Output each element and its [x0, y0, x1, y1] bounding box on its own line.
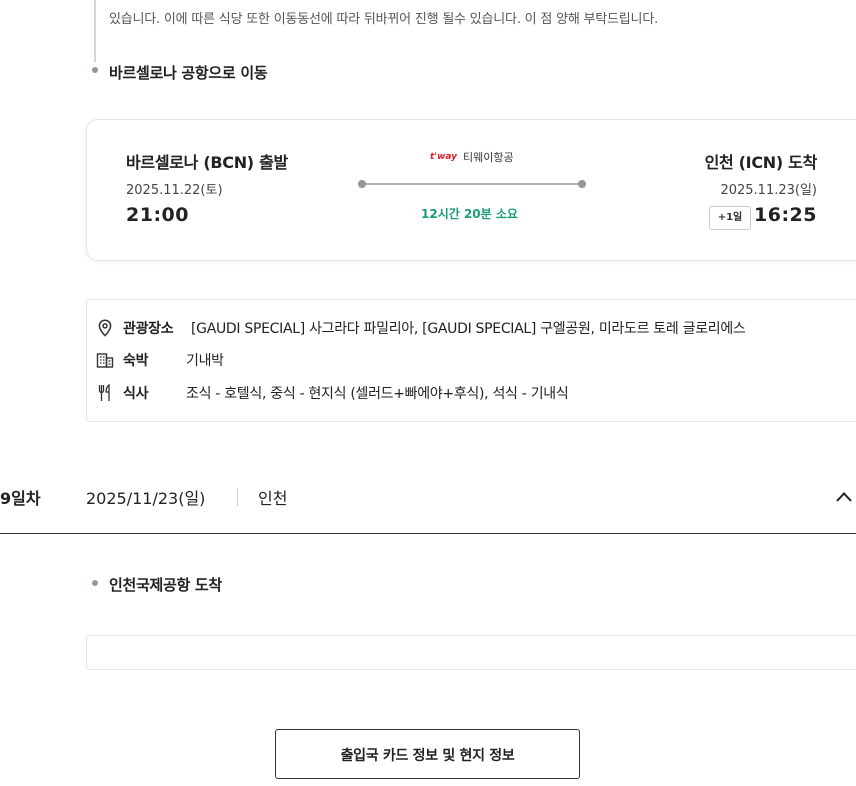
day-number: 9일차 — [0, 489, 41, 508]
lodging-row: 숙박 기내박 — [96, 350, 224, 370]
airline-logo: t'way — [430, 152, 458, 162]
sightseeing-label: 관광장소 — [123, 321, 174, 337]
building-icon — [96, 351, 114, 369]
flight-card: 바르셀로나 (BCN) 출발 2025.11.22(토) 21:00 t'way… — [86, 119, 856, 261]
arrival-time: 16:25 — [754, 204, 817, 226]
meals-row: 식사 조식 - 호텔식, 중식 - 현지식 (셀러드+빠에야+후식), 석식 -… — [96, 383, 569, 403]
route-end-dot — [578, 180, 586, 188]
chevron-up-icon[interactable] — [835, 489, 853, 503]
airline-info: t'way 티웨이항공 — [430, 149, 514, 165]
location-pin-icon — [96, 319, 114, 337]
lodging-value: 기내박 — [186, 353, 224, 369]
day-date: 2025/11/23(일) — [86, 489, 206, 508]
flight-duration: 12시간 20분 소요 — [421, 207, 518, 221]
sightseeing-value: [GAUDI SPECIAL] 사그라다 파밀리아, [GAUDI SPECIA… — [191, 321, 746, 337]
day-city: 인천 — [258, 489, 288, 508]
meals-value: 조식 - 호텔식, 중식 - 현지식 (셀러드+빠에야+후식), 석식 - 기내… — [186, 386, 569, 402]
departure-time: 21:00 — [126, 204, 189, 226]
flight-route — [358, 180, 586, 188]
step-title-barcelona-airport: 바르셀로나 공항으로 이동 — [109, 64, 268, 82]
plus-day-badge: +1일 — [709, 206, 751, 230]
day-info-box-empty — [86, 635, 856, 670]
timeline-dot — [92, 580, 98, 586]
departure-date: 2025.11.22(토) — [126, 183, 223, 198]
day-info-box: 관광장소 [GAUDI SPECIAL] 사그라다 파밀리아, [GAUDI S… — [86, 299, 856, 422]
arrival-date: 2025.11.23(일) — [720, 183, 817, 198]
route-start-dot — [358, 180, 366, 188]
route-line — [362, 183, 582, 185]
departure-title: 바르셀로나 (BCN) 출발 — [126, 153, 288, 172]
itinerary-notice: 있습니다. 이에 따른 식당 또한 이동동선에 따라 뒤바뀌어 진행 될수 있습… — [109, 12, 659, 27]
fork-knife-icon — [96, 384, 114, 402]
sightseeing-row: 관광장소 [GAUDI SPECIAL] 사그라다 파밀리아, [GAUDI S… — [96, 318, 746, 338]
timeline-dot — [92, 67, 98, 73]
airline-name: 티웨이항공 — [463, 151, 514, 164]
timeline-line — [94, 0, 96, 62]
immigration-info-button[interactable]: 출입국 카드 정보 및 현지 정보 — [275, 729, 580, 779]
step-title-incheon-arrival: 인천국제공항 도착 — [109, 576, 222, 594]
arrival-title: 인천 (ICN) 도착 — [704, 153, 818, 172]
day-divider — [0, 533, 856, 534]
day-separator — [237, 488, 238, 506]
meals-label: 식사 — [123, 386, 149, 402]
lodging-label: 숙박 — [123, 353, 149, 369]
